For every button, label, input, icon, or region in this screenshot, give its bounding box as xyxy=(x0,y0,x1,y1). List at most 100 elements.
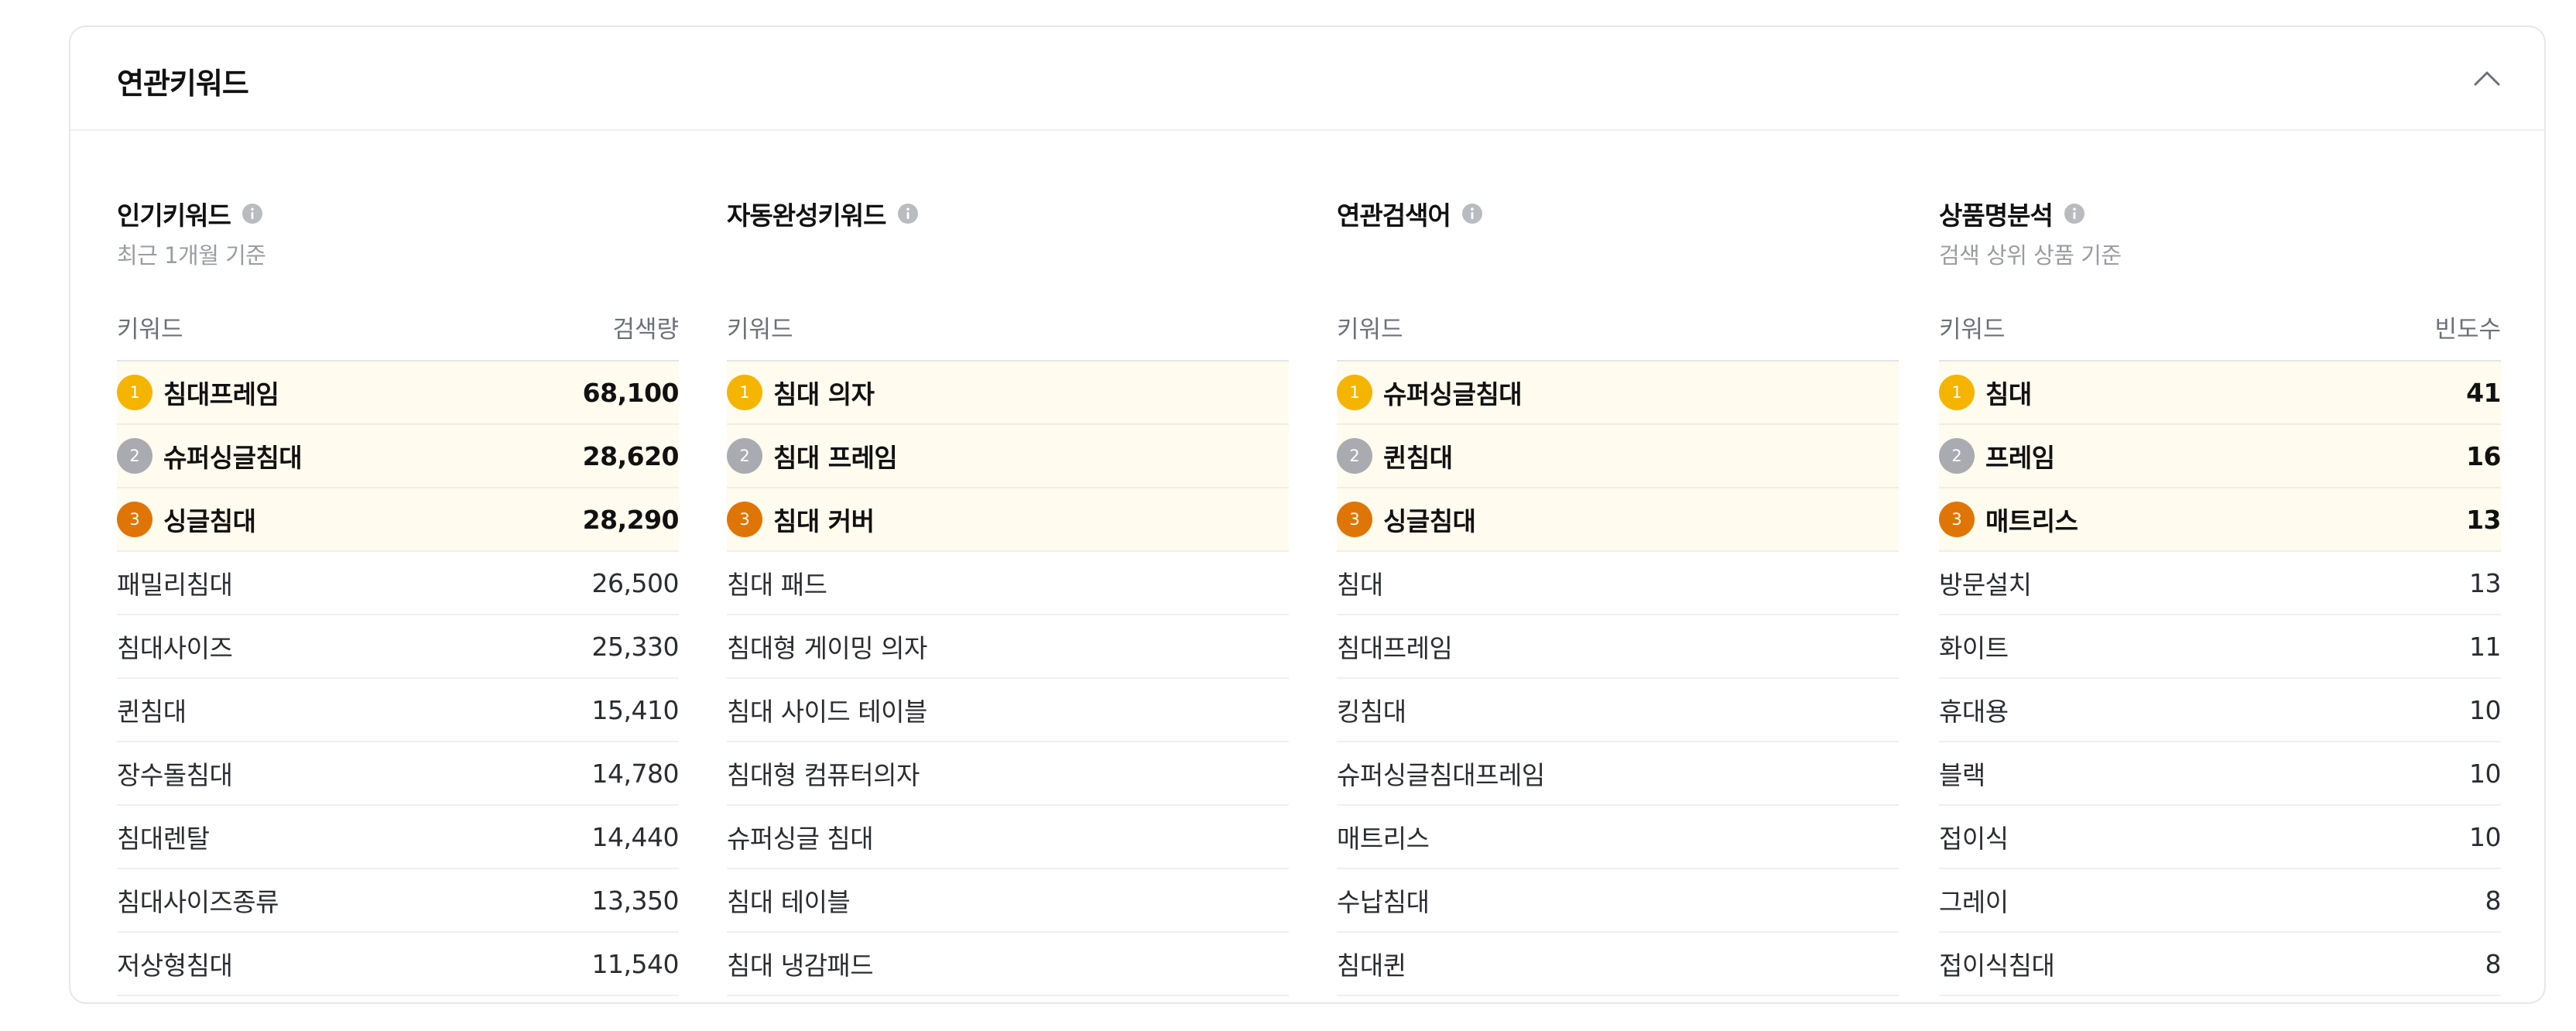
keyword-row[interactable]: 접이식침대 8 xyxy=(1939,933,2501,996)
keyword-row[interactable]: 2 침대 프레임 xyxy=(727,425,1289,488)
keyword-row[interactable]: 휴대용 10 xyxy=(1939,679,2502,742)
keyword-cell: 화이트 xyxy=(1939,628,2009,665)
table-header: 키워드 xyxy=(1337,298,1899,361)
keyword-list: 1 침대프레임 68,100 2 슈퍼싱글침대 28,620 3 싱글침대 28,290 패밀리침… xyxy=(117,361,680,996)
keyword-cell: 침대 냉감패드 xyxy=(727,945,874,982)
keyword-text: 침대형 게이밍 의자 xyxy=(727,633,927,663)
keyword-row[interactable]: 저상형침대 11,540 xyxy=(117,933,680,996)
keyword-text: 킹침대 xyxy=(1337,697,1406,727)
info-icon[interactable] xyxy=(1461,203,1483,224)
column-related-searches: 연관검색어 키워드 1 슈퍼싱글침대 2 퀸침대 3 싱글침대 침대 침대프레임 킹침대 슈퍼싱글침대… xyxy=(1337,193,1899,996)
keyword-cell: 3 싱글침대 xyxy=(1337,501,1476,538)
keyword-row[interactable]: 패밀리침대 26,500 xyxy=(117,552,680,615)
rank-badge: 1 xyxy=(1337,375,1372,410)
keyword-text: 화이트 xyxy=(1939,633,2009,663)
chevron-up-icon xyxy=(2474,71,2500,86)
keyword-cell: 그레이 xyxy=(1939,882,2009,919)
keyword-row[interactable]: 3 침대 커버 xyxy=(727,488,1289,552)
keyword-cell: 2 프레임 xyxy=(1939,437,2055,474)
keyword-row[interactable]: 침대형 게이밍 의자 xyxy=(727,615,1289,679)
keyword-value: 8 xyxy=(2485,948,2502,979)
keyword-text: 접이식 xyxy=(1939,824,2009,854)
keyword-row[interactable]: 3 싱글침대 xyxy=(1337,488,1899,552)
keyword-row[interactable]: 침대프레임 xyxy=(1337,615,1899,679)
keyword-row[interactable]: 2 슈퍼싱글침대 28,620 xyxy=(117,425,680,488)
keyword-text: 슈퍼싱글 침대 xyxy=(727,824,874,854)
keyword-value: 10 xyxy=(2469,694,2502,725)
keyword-text: 침대 사이드 테이블 xyxy=(727,697,927,727)
keyword-text: 프레임 xyxy=(1985,443,2055,473)
keyword-text: 침대 테이블 xyxy=(727,887,851,917)
rank-badge: 1 xyxy=(117,375,152,410)
keyword-row[interactable]: 접이식 10 xyxy=(1939,806,2502,869)
rank-badge: 2 xyxy=(1939,438,1975,474)
header-keyword: 키워드 xyxy=(1939,315,2006,344)
keyword-value: 8 xyxy=(2485,885,2502,916)
keyword-cell: 3 매트리스 xyxy=(1939,501,2078,538)
keyword-row[interactable]: 침대사이즈종류 13,350 xyxy=(117,869,680,933)
keyword-cell: 침대퀸 xyxy=(1337,945,1406,982)
keyword-row[interactable]: 슈퍼싱글침대프레임 xyxy=(1337,742,1899,806)
keyword-row[interactable]: 매트리스 xyxy=(1337,806,1899,869)
info-icon[interactable] xyxy=(242,203,263,224)
rank-badge: 3 xyxy=(1337,502,1372,537)
keyword-row[interactable]: 침대사이즈 25,330 xyxy=(117,615,680,679)
header-keyword: 키워드 xyxy=(117,315,183,344)
keyword-cell: 매트리스 xyxy=(1337,818,1430,855)
keyword-cell: 1 슈퍼싱글침대 xyxy=(1337,374,1523,411)
keyword-text: 슈퍼싱글침대 xyxy=(1383,379,1523,409)
keyword-row[interactable]: 침대 패드 xyxy=(727,552,1289,615)
keyword-row[interactable]: 슈퍼싱글 침대 xyxy=(727,806,1289,869)
keyword-text: 매트리스 xyxy=(1985,506,2078,536)
rank-badge: 2 xyxy=(727,438,762,474)
keyword-text: 침대 xyxy=(1337,570,1383,600)
keyword-row[interactable]: 장수돌침대 14,780 xyxy=(117,742,680,806)
keyword-row[interactable]: 2 프레임 16 xyxy=(1939,425,2501,488)
panel-header[interactable]: 연관키워드 xyxy=(70,27,2544,131)
keyword-value: 16 xyxy=(2466,440,2501,471)
keyword-row[interactable]: 침대렌탈 14,440 xyxy=(117,806,680,869)
keyword-text: 수납침대 xyxy=(1337,887,1430,917)
keyword-row[interactable]: 침대형 컴퓨터의자 xyxy=(727,742,1289,806)
info-icon[interactable] xyxy=(897,203,919,224)
keyword-row[interactable]: 침대 xyxy=(1337,552,1899,615)
column-subtitle: 최근 1개월 기준 xyxy=(117,242,266,269)
column-title-row: 연관검색어 xyxy=(1337,193,1899,235)
column-title-row: 인기키워드 xyxy=(117,193,679,235)
keyword-text: 슈퍼싱글침대프레임 xyxy=(1337,760,1545,790)
keyword-row[interactable]: 그레이 8 xyxy=(1939,869,2501,933)
keyword-text: 침대 의자 xyxy=(773,379,875,409)
keyword-text: 싱글침대 xyxy=(1383,506,1476,536)
column-title-row: 상품명분석 xyxy=(1939,193,2501,235)
column-popular-keywords: 인기키워드 최근 1개월 기준 키워드 검색량 1 침대프레임 68,100 2 슈퍼싱글침대 2… xyxy=(117,193,680,996)
keyword-row[interactable]: 침대 냉감패드 xyxy=(727,933,1289,996)
keyword-value: 14,780 xyxy=(591,758,680,789)
keyword-row[interactable]: 3 싱글침대 28,290 xyxy=(117,488,680,552)
keyword-text: 침대 프레임 xyxy=(773,443,898,473)
keyword-cell: 패밀리침대 xyxy=(117,564,233,601)
keyword-row[interactable]: 수납침대 xyxy=(1337,869,1899,933)
keyword-row[interactable]: 1 침대 41 xyxy=(1939,361,2501,425)
keyword-row[interactable]: 화이트 11 xyxy=(1939,615,2502,679)
keyword-cell: 침대 xyxy=(1337,564,1383,601)
keyword-row[interactable]: 침대퀸 xyxy=(1337,933,1899,996)
keyword-row[interactable]: 1 침대 의자 xyxy=(727,361,1289,425)
info-icon[interactable] xyxy=(2064,203,2085,224)
keyword-row[interactable]: 블랙 10 xyxy=(1939,742,2502,806)
keyword-row[interactable]: 1 침대프레임 68,100 xyxy=(117,361,680,425)
keyword-row[interactable]: 1 슈퍼싱글침대 xyxy=(1337,361,1899,425)
keyword-row[interactable]: 2 퀸침대 xyxy=(1337,425,1899,488)
rank-badge: 1 xyxy=(727,375,762,410)
keyword-row[interactable]: 침대 테이블 xyxy=(727,869,1289,933)
keyword-cell: 접이식 xyxy=(1939,818,2009,855)
keyword-value: 15,410 xyxy=(591,694,680,725)
keyword-cell: 블랙 xyxy=(1939,755,1985,792)
keyword-row[interactable]: 킹침대 xyxy=(1337,679,1899,742)
collapse-button[interactable] xyxy=(2465,57,2509,100)
keyword-cell: 슈퍼싱글 침대 xyxy=(727,818,874,855)
keyword-row[interactable]: 방문설치 13 xyxy=(1939,552,2502,615)
keyword-row[interactable]: 퀸침대 15,410 xyxy=(117,679,680,742)
keyword-cell: 접이식침대 xyxy=(1939,945,2055,982)
keyword-row[interactable]: 3 매트리스 13 xyxy=(1939,488,2501,552)
keyword-row[interactable]: 침대 사이드 테이블 xyxy=(727,679,1289,742)
